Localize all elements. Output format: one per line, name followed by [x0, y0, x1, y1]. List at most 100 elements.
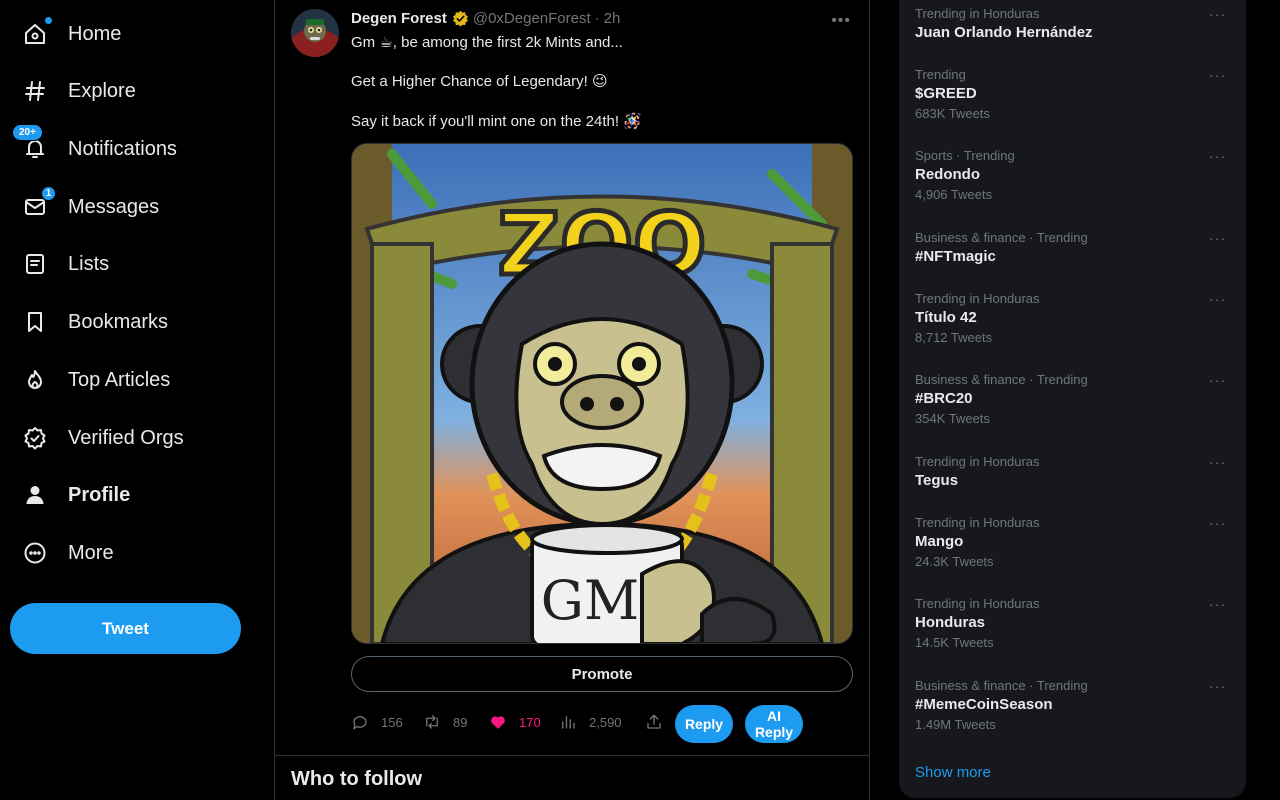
nav-lists[interactable]: Lists — [12, 240, 119, 288]
trend-context: Trending in Honduras — [915, 515, 1040, 530]
nav-profile[interactable]: Profile — [12, 471, 140, 519]
bell-icon: 20+ — [12, 124, 48, 162]
notification-count-badge: 20+ — [12, 124, 43, 141]
nav-messages[interactable]: 1 Messages — [12, 183, 169, 231]
author-handle[interactable]: @0xDegenForest — [473, 10, 591, 27]
trend-title: Redondo — [915, 166, 980, 183]
nav-home[interactable]: Home — [12, 10, 131, 58]
reply-action[interactable]: 156 — [351, 713, 403, 731]
avatar[interactable] — [291, 9, 339, 57]
promote-button[interactable]: Promote — [351, 656, 853, 692]
trend-context: Business & finance · Trending — [915, 678, 1088, 693]
views-action[interactable]: 2,590 — [559, 713, 622, 731]
trend-title: #NFTmagic — [915, 248, 996, 265]
home-icon — [22, 17, 52, 47]
reply-button[interactable]: Reply — [675, 705, 733, 743]
author-name[interactable]: Degen Forest — [351, 10, 447, 27]
nav-label: More — [68, 541, 114, 564]
more-options-icon[interactable]: ··· — [1209, 454, 1226, 470]
timeline: Degen Forest @0xDegenForest · 2h ••• Gm … — [274, 0, 870, 800]
trend-title: #BRC20 — [915, 390, 973, 407]
more-options-icon[interactable]: ··· — [1209, 148, 1226, 164]
heart-icon — [491, 716, 505, 729]
trend-count: 4,906 Tweets — [915, 187, 993, 202]
list-icon — [22, 251, 48, 277]
retweet-count: 89 — [453, 714, 468, 730]
unread-dot — [45, 17, 52, 24]
retweet-icon — [426, 715, 438, 729]
like-action[interactable]: 170 — [489, 713, 541, 731]
more-options-icon[interactable]: ··· — [1209, 596, 1226, 612]
trend-item[interactable]: Business & finance · Trending #NFTmagic … — [915, 230, 1230, 265]
trend-count: 14.5K Tweets — [915, 635, 994, 650]
trend-context: Trending in Honduras — [915, 454, 1040, 469]
nav-verified-orgs[interactable]: Verified Orgs — [12, 414, 194, 462]
tweet-text-line: Say it back if you'll mint one on the 24… — [351, 113, 642, 130]
trend-context: Business & finance · Trending — [915, 230, 1088, 245]
tweet-text-line: Get a Higher Chance of Legendary! 😉 — [351, 73, 608, 90]
trend-context: Business & finance · Trending — [915, 372, 1088, 387]
ai-reply-button[interactable]: AI Reply — [745, 705, 803, 743]
nav-bookmarks[interactable]: Bookmarks — [12, 298, 178, 346]
nav-top-articles[interactable]: Top Articles — [12, 356, 180, 404]
mug-text: GM — [541, 569, 639, 632]
nav-explore[interactable]: Explore — [12, 67, 146, 115]
more-options-icon[interactable]: ··· — [1209, 291, 1226, 307]
tweet-button[interactable]: Tweet — [10, 603, 241, 654]
tweet-header: Degen Forest @0xDegenForest · 2h — [351, 10, 620, 27]
share-action[interactable] — [645, 713, 663, 731]
trend-item[interactable]: Trending $GREED 683K Tweets ··· — [915, 67, 1230, 121]
trend-item[interactable]: Trending in Honduras Honduras 14.5K Twee… — [915, 596, 1230, 650]
who-to-follow-heading: Who to follow — [291, 768, 423, 790]
trend-item[interactable]: Trending in Honduras Tegus ··· — [915, 454, 1230, 489]
show-more-link[interactable]: Show more — [915, 764, 991, 781]
trend-item[interactable]: Trending in Honduras Mango 24.3K Tweets … — [915, 515, 1230, 569]
flame-icon — [22, 367, 48, 393]
nav-label: Explore — [68, 79, 136, 102]
trend-item[interactable]: Trending in Honduras Título 42 8,712 Twe… — [915, 291, 1230, 345]
nav-label: Top Articles — [68, 368, 171, 391]
nav-more[interactable]: More — [12, 529, 124, 577]
reply-icon — [353, 716, 367, 730]
trend-title: Título 42 — [915, 309, 977, 326]
trend-item[interactable]: Business & finance · Trending #BRC20 354… — [915, 372, 1230, 426]
more-options-icon[interactable]: ··· — [1209, 6, 1226, 22]
trend-title: Tegus — [915, 472, 959, 489]
trends-panel: Trending in Honduras Juan Orlando Hernán… — [899, 0, 1246, 798]
trend-title: Honduras — [915, 614, 986, 631]
nav-label: Notifications — [68, 137, 177, 160]
more-options-icon[interactable]: ··· — [1209, 515, 1226, 531]
verified-badge-icon — [22, 425, 48, 451]
nav-label: Lists — [68, 252, 110, 275]
nav-label: Messages — [68, 195, 160, 218]
trend-context: Trending in Honduras — [915, 291, 1040, 306]
trend-item[interactable]: Trending in Honduras Juan Orlando Hernán… — [915, 6, 1230, 41]
nav-notifications[interactable]: 20+ Notifications — [12, 124, 187, 173]
trend-item[interactable]: Sports · Trending Redondo 4,906 Tweets ·… — [915, 148, 1230, 202]
view-count: 2,590 — [589, 714, 622, 730]
more-options-icon[interactable]: ··· — [1209, 67, 1226, 83]
tweet-actions: 156 89 170 2,590 Reply AI Reply — [351, 705, 853, 743]
reply-count: 156 — [381, 714, 403, 730]
hashtag-icon — [22, 78, 48, 104]
trend-item[interactable]: Business & finance · Trending #MemeCoinS… — [915, 678, 1230, 732]
more-options-icon[interactable]: ··· — [1209, 372, 1226, 388]
left-nav: Home Explore 20+ Notifications 1 Message… — [0, 0, 260, 800]
trend-count: 354K Tweets — [915, 411, 990, 426]
tweet-time[interactable]: 2h — [604, 10, 621, 27]
verified-gold-icon — [452, 10, 468, 27]
more-options-icon[interactable]: ··· — [1209, 678, 1226, 694]
more-circle-icon — [22, 540, 48, 566]
trend-title: Mango — [915, 533, 964, 550]
trend-context: Trending — [915, 67, 966, 82]
tweet-image[interactable]: ZOO GM — [351, 143, 853, 644]
tweet-text-line: Gm ☕, be among the first 2k Mints and... — [351, 34, 623, 51]
person-icon — [22, 482, 48, 508]
more-options-icon[interactable]: ··· — [1209, 230, 1226, 246]
nav-label: Bookmarks — [68, 310, 169, 333]
more-options-icon[interactable]: ••• — [831, 12, 851, 30]
like-count: 170 — [519, 714, 541, 730]
divider — [275, 755, 869, 756]
bookmark-icon — [22, 309, 48, 335]
retweet-action[interactable]: 89 — [423, 713, 467, 731]
